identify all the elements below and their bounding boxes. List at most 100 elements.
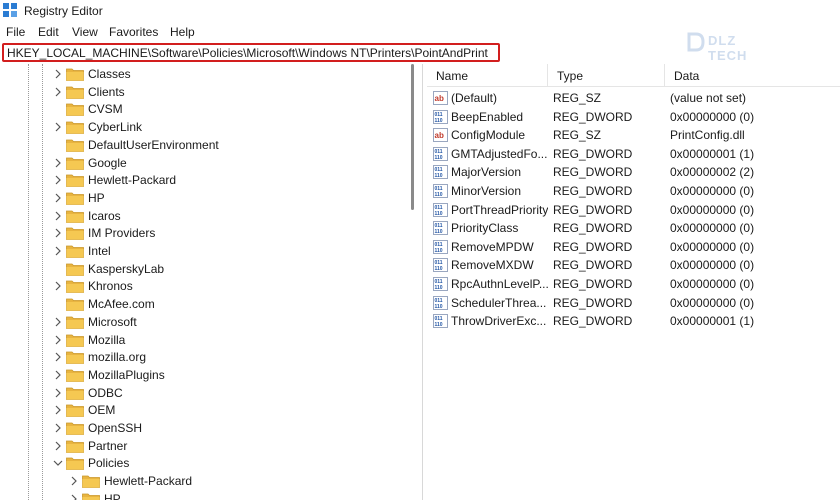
folder-icon [66,244,84,258]
tree-item-icaros[interactable]: Icaros [53,207,400,225]
folder-icon [66,350,84,365]
svg-text:110: 110 [435,155,443,161]
value-row[interactable]: 011 110 BeepEnabled REG_DWORD 0x00000000 (0) [427,108,840,126]
binary-value-icon: 011 110 [433,239,448,254]
column-header-type[interactable]: Type [548,64,665,86]
value-name: RemoveMPDW [451,239,534,254]
chevron-right-icon[interactable] [69,475,79,487]
tree-item-hp[interactable]: HP [53,189,400,207]
value-type: REG_DWORD [553,202,633,217]
value-row[interactable]: 011 110 MinorVersion REG_DWORD 0x00000000 (0… [427,182,840,200]
value-row[interactable]: 011 110 RpcAuthnLevelP... REG_DWORD 0x000000… [427,275,840,293]
tree-item-im-providers[interactable]: IM Providers [53,224,400,242]
svg-text:110: 110 [435,248,443,254]
tree-item-microsoft[interactable]: Microsoft [53,313,400,331]
chevron-right-icon[interactable] [53,210,63,222]
value-row[interactable]: ab ConfigModule REG_SZ PrintConfig.dll [427,126,840,144]
tree-item-label: HP [88,190,105,205]
key-tree[interactable]: Classes Clients CVSM CyberLink DefaultUserEn… [0,64,410,500]
value-type: REG_DWORD [553,258,633,273]
value-row[interactable]: 011 110 GMTAdjustedFo... REG_DWORD 0x0000000… [427,145,840,163]
column-header-name[interactable]: Name [427,64,548,86]
folder-icon [66,173,84,188]
value-row[interactable]: 011 110 RemoveMPDW REG_DWORD 0x00000000 (0) [427,238,840,256]
registry-editor-icon [3,3,17,17]
tree-item-mcafee-com[interactable]: McAfee.com [53,295,400,313]
tree-item-defaultuserenvironment[interactable]: DefaultUserEnvironment [53,136,400,154]
menu-view[interactable]: View [72,25,98,39]
chevron-right-icon[interactable] [53,369,63,381]
value-row[interactable]: 011 110 PortThreadPriority REG_DWORD 0x00000… [427,201,840,219]
value-type: REG_DWORD [553,295,633,310]
tree-item-policies[interactable]: Policies [53,454,400,472]
chevron-right-icon[interactable] [53,157,63,169]
chevron-down-icon[interactable] [53,457,63,469]
chevron-right-icon[interactable] [69,493,79,500]
value-name: MajorVersion [451,165,522,180]
chevron-right-icon[interactable] [53,121,63,133]
tree-item-hewlett-packard[interactable]: Hewlett-Packard [69,472,400,490]
tree-item-cyberlink[interactable]: CyberLink [53,118,400,136]
menu-file[interactable]: File [6,25,25,39]
tree-item-classes[interactable]: Classes [53,65,400,83]
chevron-right-icon[interactable] [53,404,63,416]
tree-item-label: mozilla.org [88,350,147,365]
chevron-right-icon[interactable] [53,440,63,452]
chevron-right-icon[interactable] [53,387,63,399]
address-bar[interactable]: HKEY_LOCAL_MACHINE\Software\Policies\Mic… [2,43,500,62]
tree-item-intel[interactable]: Intel [53,242,400,260]
value-data: 0x00000000 (0) [670,221,755,236]
tree-item-label: Icaros [88,208,121,223]
chevron-right-icon[interactable] [53,422,63,434]
menu-help[interactable]: Help [170,25,195,39]
chevron-right-icon[interactable] [53,351,63,363]
tree-item-clients[interactable]: Clients [53,83,400,101]
chevron-right-icon[interactable] [53,86,63,98]
tree-item-mozilla-org[interactable]: mozilla.org [53,348,400,366]
tree-item-hp[interactable]: HP [69,490,400,500]
tree-item-kasperskylab[interactable]: KasperskyLab [53,260,400,278]
value-name: ThrowDriverExc... [451,314,547,329]
address-path[interactable]: HKEY_LOCAL_MACHINE\Software\Policies\Mic… [7,46,488,60]
folder-icon [66,67,84,81]
folder-icon [66,386,84,400]
column-header-data[interactable]: Data [665,64,840,86]
tree-item-cvsm[interactable]: CVSM [53,100,400,118]
value-row[interactable]: 011 110 MajorVersion REG_DWORD 0x00000002 (2… [427,163,840,181]
menu-edit[interactable]: Edit [38,25,59,39]
value-name: ConfigModule [451,128,526,143]
value-type: REG_DWORD [553,277,633,291]
tree-item-mozilla[interactable]: Mozilla [53,331,400,349]
tree-item-khronos[interactable]: Khronos [53,277,400,295]
value-row[interactable]: 011 110 PriorityClass REG_DWORD 0x00000000 (… [427,219,840,237]
chevron-right-icon[interactable] [53,227,63,239]
tree-item-label: Hewlett-Packard [104,474,193,489]
chevron-right-icon[interactable] [53,334,63,346]
value-row[interactable]: 011 110 SchedulerThrea... REG_DWORD 0x000000… [427,294,840,312]
tree-item-openssh[interactable]: OpenSSH [53,419,400,437]
column-name-label: Name [436,69,469,83]
folder-icon [66,315,84,329]
tree-item-label: KasperskyLab [88,261,165,276]
tree-item-hewlett-packard[interactable]: Hewlett-Packard [53,171,400,189]
pane-splitter[interactable] [422,64,423,500]
value-row[interactable]: ab (Default) REG_SZ (value not set) [427,89,840,107]
value-row[interactable]: 011 110 RemoveMXDW REG_DWORD 0x00000000 (0) [427,256,840,274]
menu-favorites[interactable]: Favorites [109,25,158,39]
chevron-right-icon[interactable] [53,174,63,186]
chevron-right-icon[interactable] [53,192,63,204]
tree-item-oem[interactable]: OEM [53,401,400,419]
binary-value-icon: 011 110 [433,146,448,161]
chevron-right-icon[interactable] [53,280,63,292]
chevron-right-icon[interactable] [53,68,63,80]
tree-item-partner[interactable]: Partner [53,437,400,455]
tree-item-google[interactable]: Google [53,154,400,172]
tree-scrollbar[interactable] [411,64,415,500]
chevron-right-icon[interactable] [53,245,63,257]
tree-item-odbc[interactable]: ODBC [53,384,400,402]
value-row[interactable]: 011 110 ThrowDriverExc... REG_DWORD 0x000000… [427,312,840,330]
title-bar: Registry Editor [0,0,840,22]
chevron-right-icon[interactable] [53,316,63,328]
tree-item-mozillaplugins[interactable]: MozillaPlugins [53,366,400,384]
tree-scroll-thumb[interactable] [411,64,414,210]
